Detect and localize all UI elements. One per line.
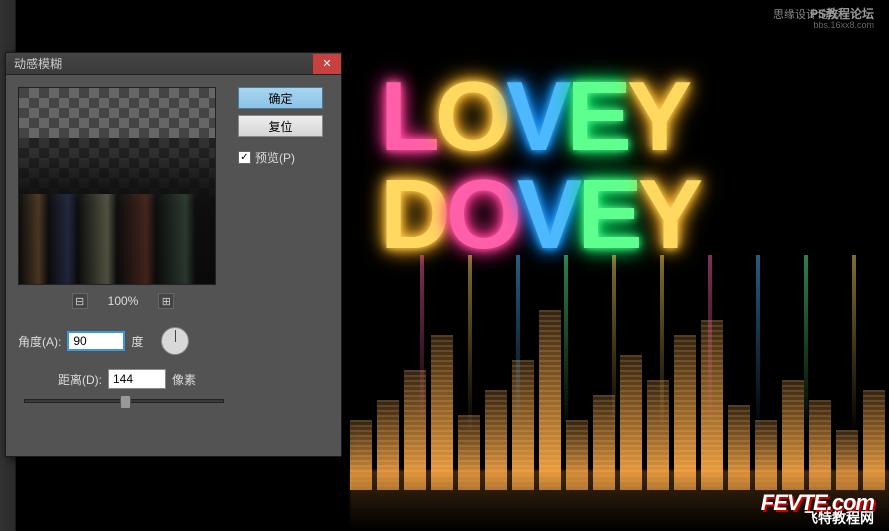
neon-char: L [380,60,435,173]
close-icon: ✕ [322,57,331,70]
preview-checkbox[interactable]: ✓ [238,151,251,164]
zoom-in-button[interactable]: ⊞ [158,293,174,309]
light-streak [852,255,856,435]
light-streak [612,255,616,435]
distance-input[interactable] [108,369,166,389]
motion-blur-dialog: 动感模糊 ✕ ⊟ 100% ⊞ 角度(A): 度 距离(D): [5,52,342,457]
distance-slider[interactable] [24,399,224,403]
angle-unit: 度 [131,333,143,350]
angle-label: 角度(A): [18,333,61,350]
building [539,310,561,490]
preview-label: 预览(P) [255,149,295,166]
neon-char: D [380,158,446,271]
angle-input[interactable] [67,331,125,351]
neon-char: V [517,158,577,271]
neon-char: Y [627,60,687,173]
preview-streaks [19,194,215,284]
light-streak [516,255,520,435]
neon-char: Y [638,158,698,271]
building [674,335,696,490]
zoom-out-button[interactable]: ⊟ [72,293,88,309]
zoom-value: 100% [108,294,139,308]
light-streak [468,255,472,435]
preview-thumbnail[interactable] [18,87,216,285]
light-streak [756,255,760,435]
distance-label: 距离(D): [58,371,102,388]
neon-char: O [435,60,506,173]
neon-text: LOVEY DOVEY [380,60,880,271]
angle-wheel[interactable] [161,327,189,355]
city-skyline [350,290,889,490]
watermark-feite: 飞特教程网 [804,508,874,528]
neon-char: O [446,158,517,271]
light-streak [708,255,712,435]
reset-button[interactable]: 复位 [238,115,323,137]
light-streak [420,255,424,435]
watermark-url: bbs.16xx8.com [813,20,874,30]
building [701,320,723,490]
zoom-controls: ⊟ 100% ⊞ [18,293,228,309]
neon-char: E [566,60,626,173]
light-streak [804,255,808,435]
right-column: 确定 复位 ✓ 预览(P) [238,87,323,403]
distance-row: 距离(D): 像素 [18,369,228,389]
angle-row: 角度(A): 度 [18,327,228,355]
left-column: ⊟ 100% ⊞ 角度(A): 度 距离(D): 像素 [18,87,228,403]
building [431,335,453,490]
neon-line-1: LOVEY [380,60,880,173]
slider-thumb[interactable] [120,395,131,409]
dialog-body: ⊟ 100% ⊞ 角度(A): 度 距离(D): 像素 确定 复位 [6,75,341,415]
light-streak [660,255,664,435]
close-button[interactable]: ✕ [313,54,341,74]
neon-char: V [506,60,566,173]
distance-unit: 像素 [172,371,196,388]
dialog-titlebar[interactable]: 动感模糊 ✕ [6,53,341,75]
dialog-title: 动感模糊 [14,55,62,72]
preview-checkbox-row[interactable]: ✓ 预览(P) [238,149,323,166]
light-streak [564,255,568,435]
neon-char: E [577,158,637,271]
ok-button[interactable]: 确定 [238,87,323,109]
